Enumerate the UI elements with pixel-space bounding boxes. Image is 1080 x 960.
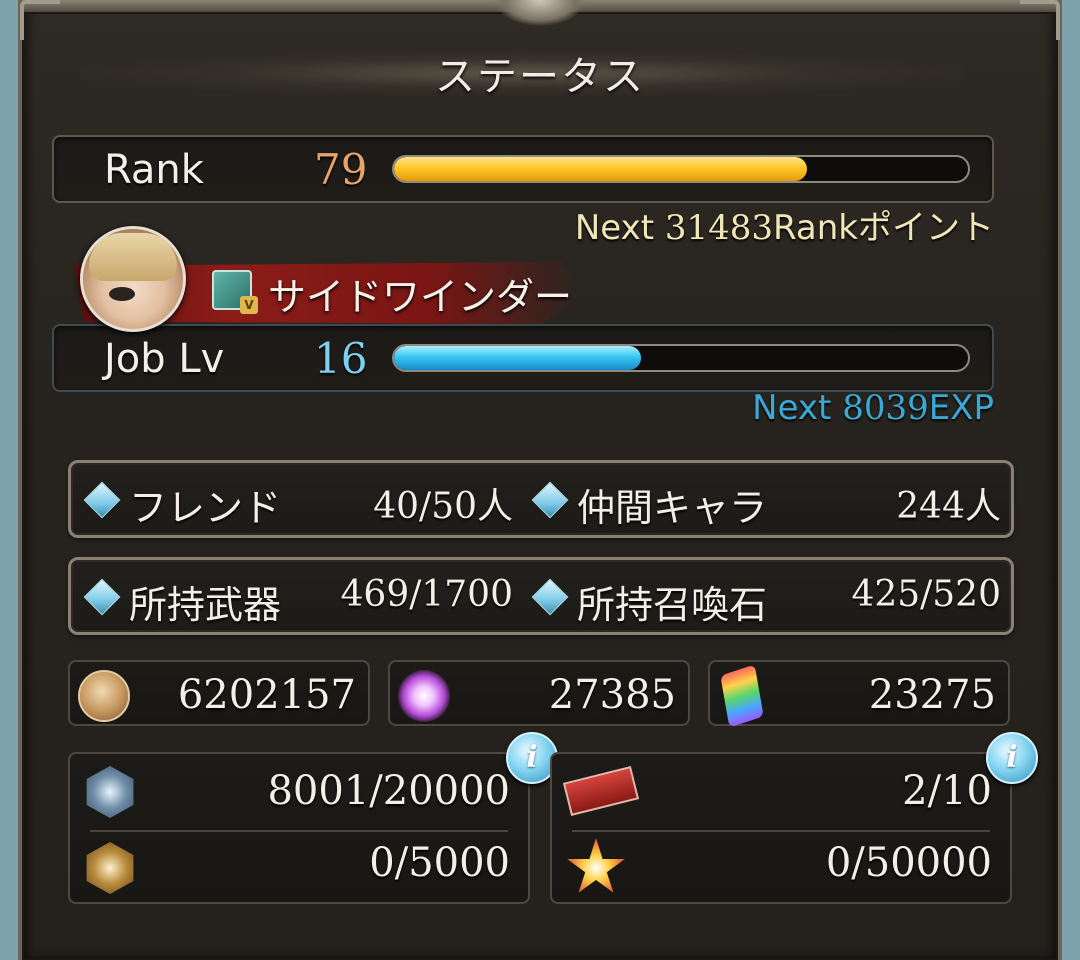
diamond-bullet-icon <box>83 481 121 519</box>
job-next-prefix: Next <box>752 388 843 428</box>
rupie-coin-icon <box>78 670 130 722</box>
job-next-value: 8039 <box>842 388 929 428</box>
rank-progress-bar <box>392 155 970 183</box>
points-box-left: 8001/20000 0/5000 <box>68 752 530 904</box>
crystal-icon <box>398 670 450 722</box>
prism-value: 23275 <box>868 672 996 718</box>
rank-next-value: 31483 <box>664 208 774 248</box>
job-progress-fill <box>394 346 641 370</box>
rupie-value: 6202157 <box>177 672 356 718</box>
ticket-icon <box>562 766 640 816</box>
rank-progress-fill <box>394 157 808 181</box>
points-left-bottom-value: 0/5000 <box>369 840 510 886</box>
frame-corner-right <box>1020 0 1060 40</box>
points-left-top-value: 8001/20000 <box>267 768 510 814</box>
gold-sparkle-badge-icon <box>86 842 134 894</box>
friends-value: 40/50人 <box>373 486 513 527</box>
rank-label: Rank <box>104 147 204 193</box>
page-title: ステータス <box>435 54 645 100</box>
diamond-bullet-icon <box>531 578 569 616</box>
avatar[interactable] <box>80 226 186 332</box>
rank-next-prefix: Next <box>574 208 665 248</box>
prism-box: 23275 <box>708 660 1010 728</box>
rainbow-prism-icon <box>720 664 764 728</box>
job-label: Job Lv <box>104 336 225 382</box>
crew-value: 244人 <box>896 486 1001 527</box>
class-name: サイドワインダー <box>268 275 573 319</box>
diamond-bullet-icon <box>83 578 121 616</box>
crystal-box: 27385 <box>388 660 690 726</box>
inventory-panel: 所持武器 469/1700 所持召喚石 425/520 <box>68 557 1014 635</box>
points-box-right: 2/10 0/50000 <box>550 752 1012 904</box>
job-next-suffix: EXP <box>928 388 994 428</box>
job-progress-bar <box>392 344 970 372</box>
rupie-box: 6202157 <box>68 660 370 726</box>
rank-next-suffix: Rankポイント <box>773 208 994 248</box>
job-row: Job Lv 16 <box>52 324 994 392</box>
burst-star-icon <box>567 838 625 893</box>
rank-row: Rank 79 <box>52 135 994 203</box>
divider <box>90 830 508 832</box>
crystal-value: 27385 <box>548 672 676 718</box>
rank-next: Next 31483Rankポイント <box>575 200 994 249</box>
sidewinder-class-icon <box>212 270 258 314</box>
job-value: 16 <box>314 334 368 383</box>
info-icon[interactable]: i <box>986 732 1038 784</box>
job-next: Next 8039EXP <box>752 388 994 428</box>
weapons-value: 469/1700 <box>340 574 513 615</box>
summons-value: 425/520 <box>851 574 1001 615</box>
points-right-top-value: 2/10 <box>902 768 992 814</box>
summons-label: 所持召喚石 <box>577 583 768 627</box>
friends-label: フレンド <box>129 486 282 530</box>
rank-value: 79 <box>314 145 368 194</box>
points-right-bottom-value: 0/50000 <box>825 840 992 886</box>
friends-crew-panel: フレンド 40/50人 仲間キャラ 244人 <box>68 460 1014 538</box>
diamond-bullet-icon <box>531 481 569 519</box>
frame-corner-left <box>20 0 60 40</box>
frame-ornament <box>495 0 585 26</box>
sparkle-badge-icon <box>86 766 134 818</box>
weapons-label: 所持武器 <box>129 583 282 627</box>
crew-label: 仲間キャラ <box>577 486 768 530</box>
divider <box>572 830 990 832</box>
